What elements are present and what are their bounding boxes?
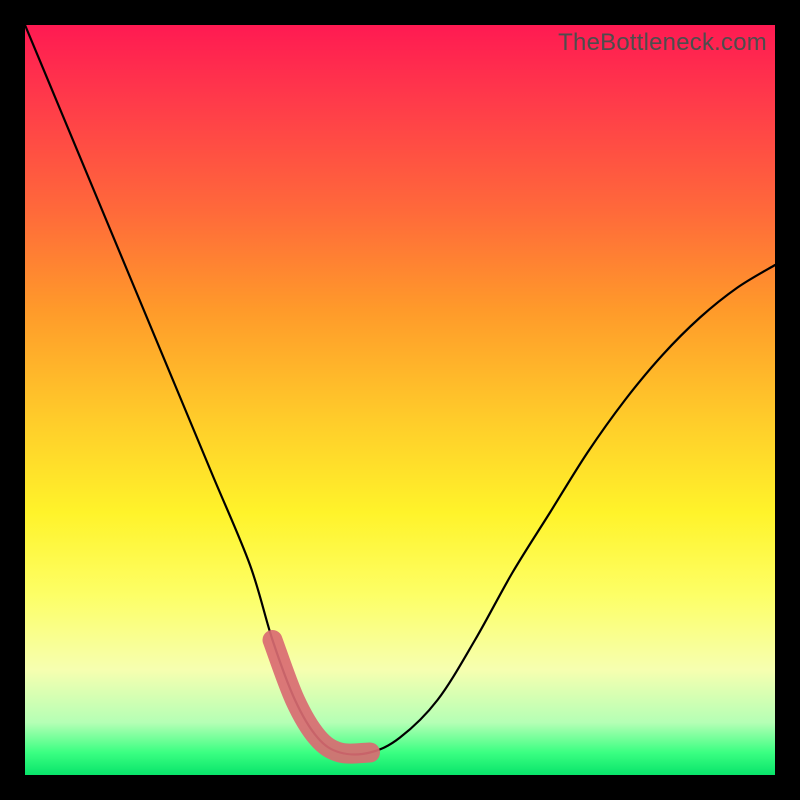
chart-area: TheBottleneck.com [25, 25, 775, 775]
optimal-zone-highlight [273, 640, 371, 754]
chart-svg [25, 25, 775, 775]
bottleneck-curve [25, 25, 775, 754]
